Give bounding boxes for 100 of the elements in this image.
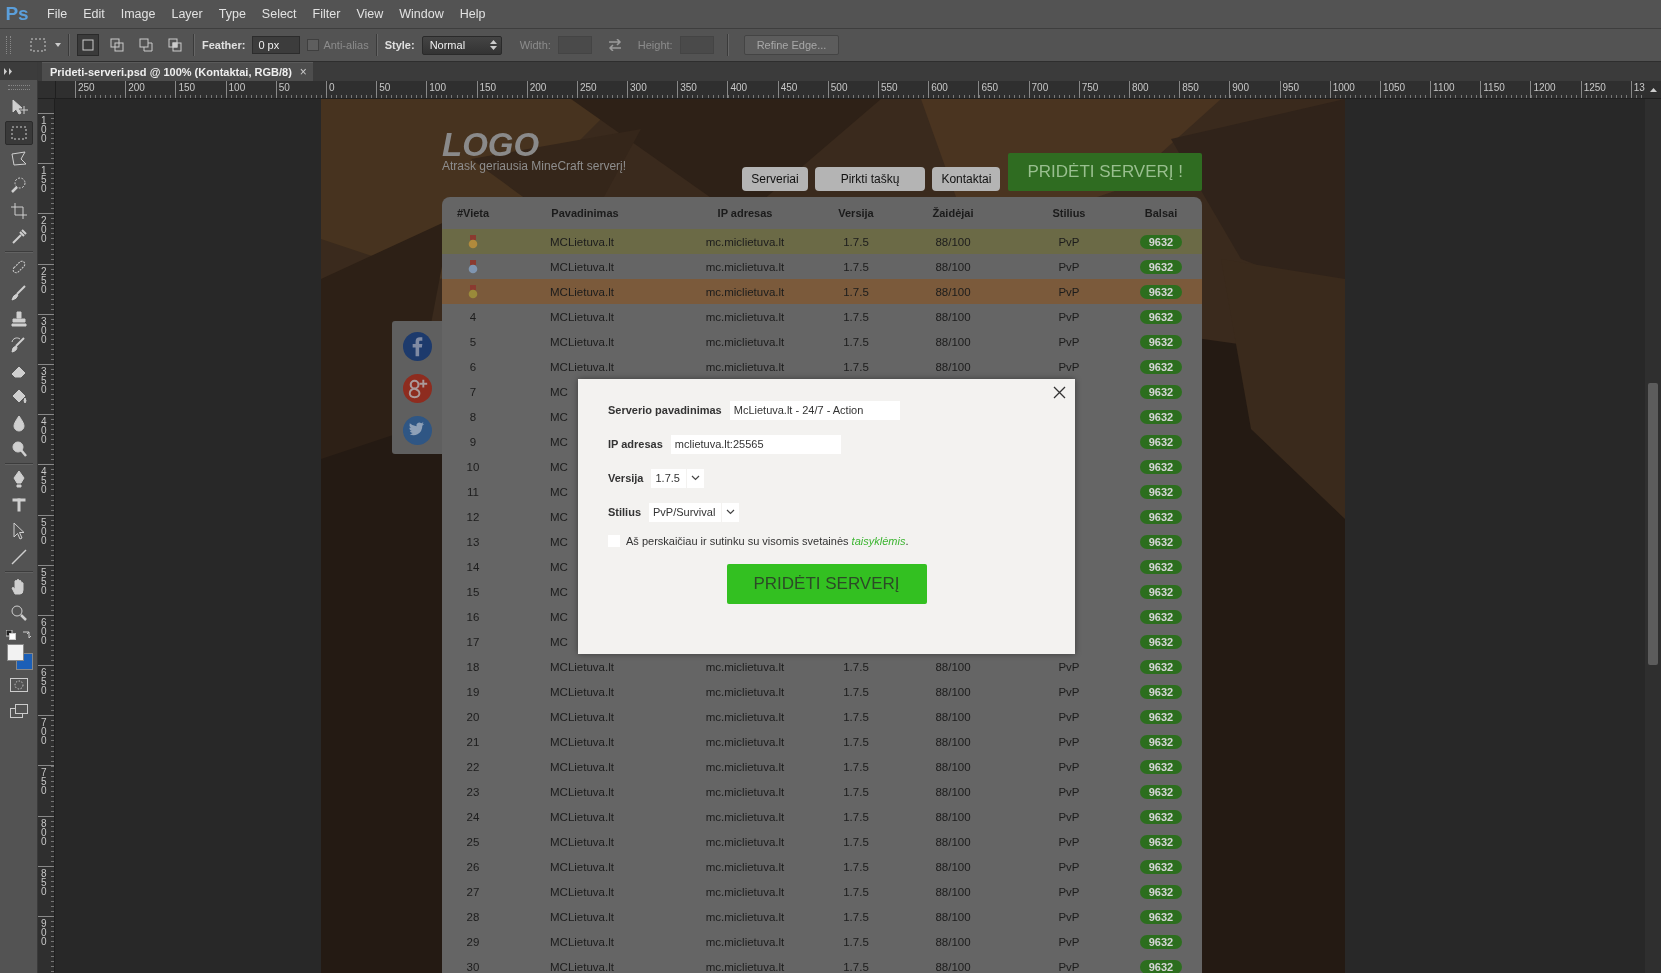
highlighted-row[interactable]: MCLietuva.lt mc.miclietuva.lt 1.7.5 88/100 PvP 9632 — [442, 279, 1202, 304]
table-cell: 27 — [466, 885, 480, 898]
column-header: IP adresas — [716, 207, 774, 219]
table-cell: MCLietuva.lt — [550, 285, 614, 298]
field-label: Style: — [384, 39, 415, 51]
document-tab[interactable]: Prideti-serveri.psd @ 100% (Kontaktai, RGB/8) × — [42, 62, 313, 81]
table-cell: 1.7.5 — [843, 660, 869, 673]
table-cell: PvP — [1058, 810, 1080, 823]
twitter-icon[interactable] — [402, 416, 432, 445]
screen-mode-icon[interactable] — [9, 704, 28, 718]
table-cell: MCLietuva.lt — [550, 785, 614, 798]
table-cell: 26 — [466, 860, 480, 873]
swap-colors-icon[interactable] — [21, 630, 32, 640]
input-field[interactable]: 0 px — [252, 36, 301, 54]
table-cell: mc.miclietuva.lt — [705, 910, 785, 923]
ruler-label: 250 — [75, 81, 126, 98]
vote-count-badge: 9632 — [1139, 734, 1183, 749]
table-cell: 88/100 — [935, 260, 971, 273]
marquee-tool-icon[interactable] — [4, 121, 33, 145]
vote-count-badge: 9632 — [1139, 284, 1183, 299]
table-cell: PvP — [1058, 835, 1080, 848]
ruler-label: 850 — [1179, 81, 1230, 98]
nav-button[interactable]: Kontaktai — [932, 167, 1001, 191]
ruler-label: 250 — [576, 81, 628, 98]
menu-item[interactable]: Select — [253, 5, 305, 23]
menu-item[interactable]: Layer — [163, 5, 211, 23]
menu-item[interactable]: Help — [451, 5, 494, 23]
table-cell: 1.7.5 — [843, 685, 869, 698]
close-icon[interactable] — [1053, 386, 1066, 399]
table-cell: MCLietuva.lt — [550, 910, 614, 923]
medal-icon — [468, 284, 478, 299]
ruler-label: 400 — [41, 417, 47, 445]
ruler-label: 1150 — [1480, 81, 1531, 98]
field-label: Feather: — [202, 39, 246, 51]
table-cell: 22 — [466, 760, 480, 773]
table-cell: mc.miclietuva.lt — [705, 860, 785, 873]
add-server-button[interactable]: PRIDĖTI SERVERĮ ! — [1008, 153, 1202, 191]
table-cell: PvP — [1058, 685, 1080, 698]
menu-item[interactable]: Filter — [304, 5, 349, 23]
vote-count-badge: 9632 — [1139, 634, 1183, 649]
input-field[interactable]: mclietuva.lt:25565 — [670, 434, 841, 454]
scroll-up-icon[interactable] — [1649, 87, 1657, 92]
table-cell: 10 — [466, 460, 480, 473]
menu-item[interactable]: Edit — [75, 5, 113, 23]
vote-count-badge: 9632 — [1139, 809, 1183, 824]
table-cell: 88/100 — [935, 960, 971, 973]
nav-button[interactable]: Serveriai — [742, 167, 808, 191]
table-cell: 1.7.5 — [843, 735, 869, 748]
table-cell: MCLietuva.lt — [550, 960, 614, 973]
table-cell: 14 — [466, 560, 480, 573]
default-colors-icon[interactable] — [5, 630, 16, 640]
ruler-label: 500 — [41, 517, 47, 545]
table-cell: 8 — [469, 410, 477, 423]
close-tab-button[interactable]: × — [299, 65, 307, 79]
table-cell: 9 — [469, 435, 477, 448]
table-cell: 1.7.5 — [843, 310, 869, 323]
table-cell: 1.7.5 — [843, 760, 869, 773]
highlighted-row[interactable]: MCLietuva.lt mc.miclietuva.lt 1.7.5 88/100 PvP 9632 — [442, 229, 1202, 254]
caret-icon[interactable] — [55, 43, 61, 47]
submit-button[interactable]: PRIDĖTI SERVERĮ — [726, 564, 927, 604]
vote-count-badge: 9632 — [1139, 584, 1183, 599]
ruler-label: 50 — [275, 81, 326, 98]
ruler-label: 550 — [878, 81, 929, 98]
table-cell: 21 — [466, 735, 480, 748]
menu-item[interactable]: View — [348, 5, 392, 23]
input-field[interactable]: McLietuva.lt - 24/7 - Action — [729, 400, 900, 420]
table-cell: 16 — [466, 610, 480, 623]
style-select[interactable]: Normal — [421, 35, 502, 55]
selection-mode-icon[interactable] — [77, 34, 99, 56]
table-cell: 1.7.5 — [843, 335, 869, 348]
color-swatches-drawing[interactable] — [6, 644, 33, 670]
facebook-icon[interactable] — [402, 332, 432, 361]
vote-count-badge: 9632 — [1139, 709, 1183, 724]
menu-item[interactable]: Window — [391, 5, 452, 23]
table-cell: PvP — [1058, 260, 1080, 273]
ruler-label: 150 — [175, 81, 226, 98]
table-cell: 13 — [466, 535, 480, 548]
vote-count-badge: 9632 — [1139, 784, 1183, 799]
scrollbar[interactable] — [1645, 99, 1661, 973]
ruler-label: 800 — [1128, 81, 1180, 98]
swap-icon[interactable] — [606, 39, 623, 51]
table-cell: 88/100 — [935, 835, 971, 848]
table-cell: mc.miclietuva.lt — [705, 335, 785, 348]
column-header: Pavadinimas — [550, 207, 620, 219]
table-cell: 15 — [466, 585, 480, 598]
quick-mask-icon[interactable] — [9, 678, 28, 692]
table-cell: 1.7.5 — [843, 885, 869, 898]
expand-panel-icon[interactable] — [4, 67, 14, 75]
menu-item[interactable]: Type — [210, 5, 254, 23]
table-cell: MCLietuva.lt — [550, 360, 614, 373]
table-cell: MCLietuva.lt — [550, 660, 614, 673]
ruler-label: 1000 — [1329, 81, 1380, 98]
table-cell: MC — [550, 460, 568, 473]
menu-item[interactable]: Image — [112, 5, 164, 23]
table-cell: 88/100 — [935, 235, 971, 248]
nav-button[interactable]: Pirkti taškų — [814, 167, 926, 191]
google-plus-icon[interactable] — [402, 374, 432, 403]
table-cell: 88/100 — [935, 660, 971, 673]
table-cell: mc.miclietuva.lt — [705, 935, 785, 948]
menu-item[interactable]: File — [39, 5, 76, 23]
